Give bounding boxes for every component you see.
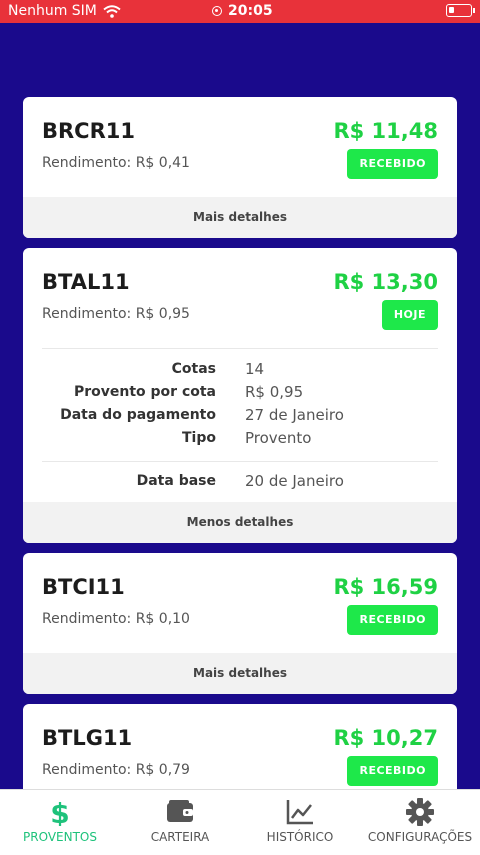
tab-label: CONFIGURAÇÕES xyxy=(367,830,473,844)
clock: 20:05 xyxy=(228,3,273,19)
gear-icon xyxy=(406,798,434,826)
dividend-list: BRCR11 R$ 11,48 Rendimento: R$ 0,41 RECE… xyxy=(23,97,457,814)
yield-label: Rendimento: R$ 0,10 xyxy=(42,611,190,627)
ticker-label: BRCR11 xyxy=(42,119,135,143)
dollar-icon: $ xyxy=(50,798,69,826)
value-label: R$ 10,27 xyxy=(333,726,438,750)
status-bar: Nenhum SIM 20:05 xyxy=(0,0,480,23)
less-details-button[interactable]: Menos detalhes xyxy=(23,502,457,543)
detail-row-base: Data base 20 de Janeiro xyxy=(42,471,438,494)
tab-label: CARTEIRA xyxy=(150,830,210,844)
status-badge: RECEBIDO xyxy=(347,605,438,635)
chart-line-icon xyxy=(286,800,313,825)
dividend-card: BRCR11 R$ 11,48 Rendimento: R$ 0,41 RECE… xyxy=(23,97,457,238)
yield-label: Rendimento: R$ 0,41 xyxy=(42,155,190,171)
detail-label: Provento por cota xyxy=(73,384,216,400)
detail-value: Provento xyxy=(245,429,312,447)
value-label: R$ 16,59 xyxy=(333,575,438,599)
yield-label: Rendimento: R$ 0,95 xyxy=(42,306,190,322)
detail-label: Data base xyxy=(136,473,216,489)
detail-row-provento: Provento por cota R$ 0,95 xyxy=(42,382,438,405)
detail-value: 20 de Janeiro xyxy=(245,472,344,490)
tab-proventos[interactable]: $ PROVENTOS xyxy=(0,790,120,855)
details-section: Cotas 14 Provento por cota R$ 0,95 Data … xyxy=(42,348,438,502)
more-details-button[interactable]: Mais detalhes xyxy=(23,197,457,238)
dividend-card: BTCI11 R$ 16,59 Rendimento: R$ 0,10 RECE… xyxy=(23,553,457,694)
ticker-label: BTCI11 xyxy=(42,575,125,599)
value-label: R$ 13,30 xyxy=(333,270,438,294)
detail-row-pagamento: Data do pagamento 27 de Janeiro xyxy=(42,405,438,428)
yield-label: Rendimento: R$ 0,79 xyxy=(42,762,190,778)
tab-label: PROVENTOS xyxy=(23,830,97,844)
detail-value: 27 de Janeiro xyxy=(245,406,344,424)
ticker-label: BTAL11 xyxy=(42,270,130,294)
detail-value: 14 xyxy=(245,360,265,378)
ticker-label: BTLG11 xyxy=(42,726,133,750)
wallet-icon xyxy=(167,800,193,822)
status-badge: RECEBIDO xyxy=(347,149,438,179)
wifi-icon xyxy=(103,4,121,18)
detail-value: R$ 0,95 xyxy=(245,383,304,401)
detail-row-tipo: Tipo Provento xyxy=(42,428,438,451)
carrier-label: Nenhum SIM xyxy=(8,3,97,19)
tab-carteira[interactable]: CARTEIRA xyxy=(120,790,240,855)
detail-label: Tipo xyxy=(182,430,216,446)
bottom-tab-bar: $ PROVENTOS CARTEIRA HISTÓRICO CONFIGURA… xyxy=(0,789,480,855)
battery-icon xyxy=(446,4,475,17)
tab-label: HISTÓRICO xyxy=(266,830,334,844)
value-label: R$ 11,48 xyxy=(333,119,438,143)
recording-icon xyxy=(212,6,222,16)
detail-label: Cotas xyxy=(171,361,216,377)
svg-text:$: $ xyxy=(50,798,69,826)
status-badge: HOJE xyxy=(381,300,438,330)
dividend-card-expanded: BTAL11 R$ 13,30 Rendimento: R$ 0,95 HOJE… xyxy=(23,248,457,543)
more-details-button[interactable]: Mais detalhes xyxy=(23,653,457,694)
tab-historico[interactable]: HISTÓRICO xyxy=(240,790,360,855)
status-badge: RECEBIDO xyxy=(347,756,438,786)
detail-label: Data do pagamento xyxy=(60,407,216,423)
detail-row-cotas: Cotas 14 xyxy=(42,359,438,382)
tab-configuracoes[interactable]: CONFIGURAÇÕES xyxy=(360,790,480,855)
